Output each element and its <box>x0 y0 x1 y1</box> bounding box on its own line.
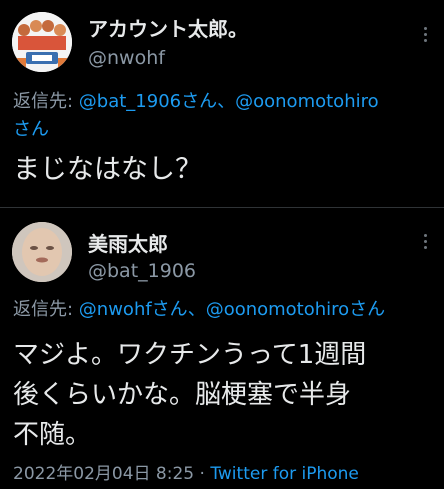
mention-link[interactable]: @nwohfさん <box>79 299 188 320</box>
tweet-body: マジよ。ワクチンうって1週間 後くらいかな。脳梗塞で半身 不随。 <box>13 335 366 455</box>
tweet-body-line: 不随。 <box>13 420 92 450</box>
meta-separator: · <box>194 464 211 484</box>
avatar-tweet-2[interactable] <box>12 222 72 282</box>
mention-link[interactable]: @oonomotohiroさん <box>206 299 386 320</box>
mention-link[interactable]: @bat_1906さん <box>79 91 217 112</box>
avatar-tweet-1[interactable] <box>12 12 72 72</box>
tweet-1[interactable]: アカウント太郎。 @nwohf 返信先: @bat_1906さん、@oonomo… <box>0 0 444 208</box>
display-name[interactable]: 美雨太郎 <box>88 228 168 257</box>
mention-link[interactable]: @oonomotohiro <box>235 91 379 112</box>
tweet-body: まじなはなし？ <box>13 154 202 185</box>
avatar-photo-icon <box>12 222 72 282</box>
tweet-body-line: マジよ。ワクチンうって1週間 <box>13 340 367 370</box>
reply-prefix: 返信先: <box>13 299 79 320</box>
tweet-2[interactable]: 美雨太郎 @bat_1906 返信先: @nwohfさん、@oonomotohi… <box>0 208 444 489</box>
reply-separator: 、 <box>217 91 236 112</box>
tweet-body-line: 後くらいかな。脳梗塞で半身 <box>13 380 352 410</box>
more-icon[interactable] <box>424 27 428 43</box>
tweet-meta: 2022年02月04日 8:25 · Twitter for iPhone <box>13 459 359 484</box>
source-link[interactable]: Twitter for iPhone <box>210 464 359 484</box>
more-icon[interactable] <box>424 234 428 250</box>
avatar-image-icon <box>12 12 72 72</box>
timestamp[interactable]: 2022年02月04日 8:25 <box>13 464 194 484</box>
reply-to-line: 返信先: @bat_1906さん、@oonomotohiro さん <box>13 88 433 144</box>
reply-to-line: 返信先: @nwohfさん、@oonomotohiroさん <box>13 296 443 324</box>
display-name[interactable]: アカウント太郎。 <box>88 13 248 42</box>
reply-suffix[interactable]: さん <box>13 119 49 140</box>
reply-separator: 、 <box>187 299 206 320</box>
handle[interactable]: @bat_1906 <box>88 260 196 282</box>
handle[interactable]: @nwohf <box>88 47 165 69</box>
reply-prefix: 返信先: <box>13 91 79 112</box>
